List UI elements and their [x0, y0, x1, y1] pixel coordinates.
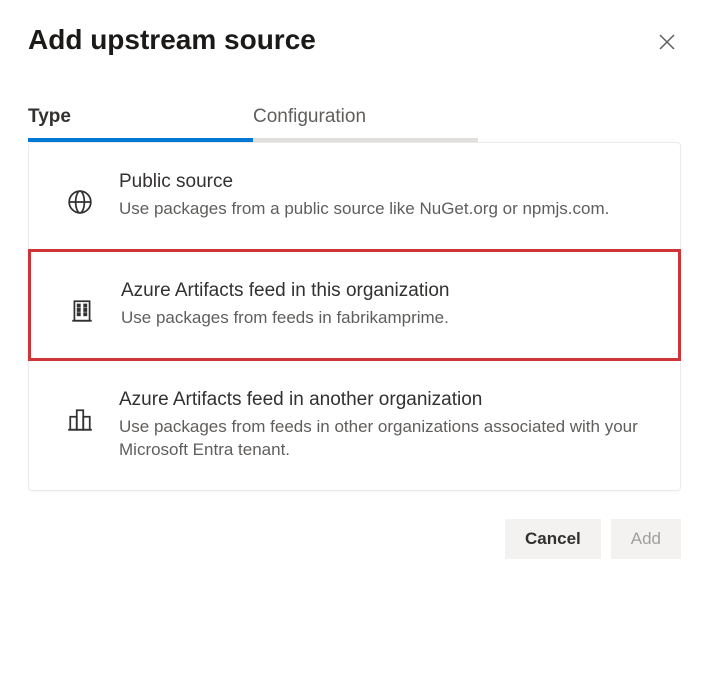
- option-this-org-title: Azure Artifacts feed in this organizatio…: [121, 280, 642, 302]
- option-public-title: Public source: [119, 171, 644, 193]
- add-button[interactable]: Add: [611, 519, 681, 559]
- building-icon: [67, 296, 97, 326]
- dialog-title: Add upstream source: [28, 24, 316, 56]
- tab-configuration[interactable]: Configuration: [253, 106, 478, 142]
- buildings-icon: [65, 405, 95, 435]
- close-button[interactable]: [653, 30, 681, 58]
- tab-bar: Type Configuration: [28, 106, 681, 142]
- option-this-org-desc: Use packages from feeds in fabrikamprime…: [121, 306, 642, 330]
- option-other-org[interactable]: Azure Artifacts feed in another organiza…: [29, 361, 680, 491]
- option-other-org-desc: Use packages from feeds in other organiz…: [119, 415, 644, 463]
- close-icon: [659, 33, 675, 55]
- option-public-source[interactable]: Public source Use packages from a public…: [29, 143, 680, 249]
- globe-icon: [65, 187, 95, 217]
- tab-type[interactable]: Type: [28, 106, 253, 142]
- option-other-org-title: Azure Artifacts feed in another organiza…: [119, 389, 644, 411]
- option-this-org[interactable]: Azure Artifacts feed in this organizatio…: [28, 249, 681, 361]
- dialog-footer: Cancel Add: [28, 519, 681, 559]
- option-public-desc: Use packages from a public source like N…: [119, 197, 644, 221]
- cancel-button[interactable]: Cancel: [505, 519, 601, 559]
- options-panel: Public source Use packages from a public…: [28, 142, 681, 491]
